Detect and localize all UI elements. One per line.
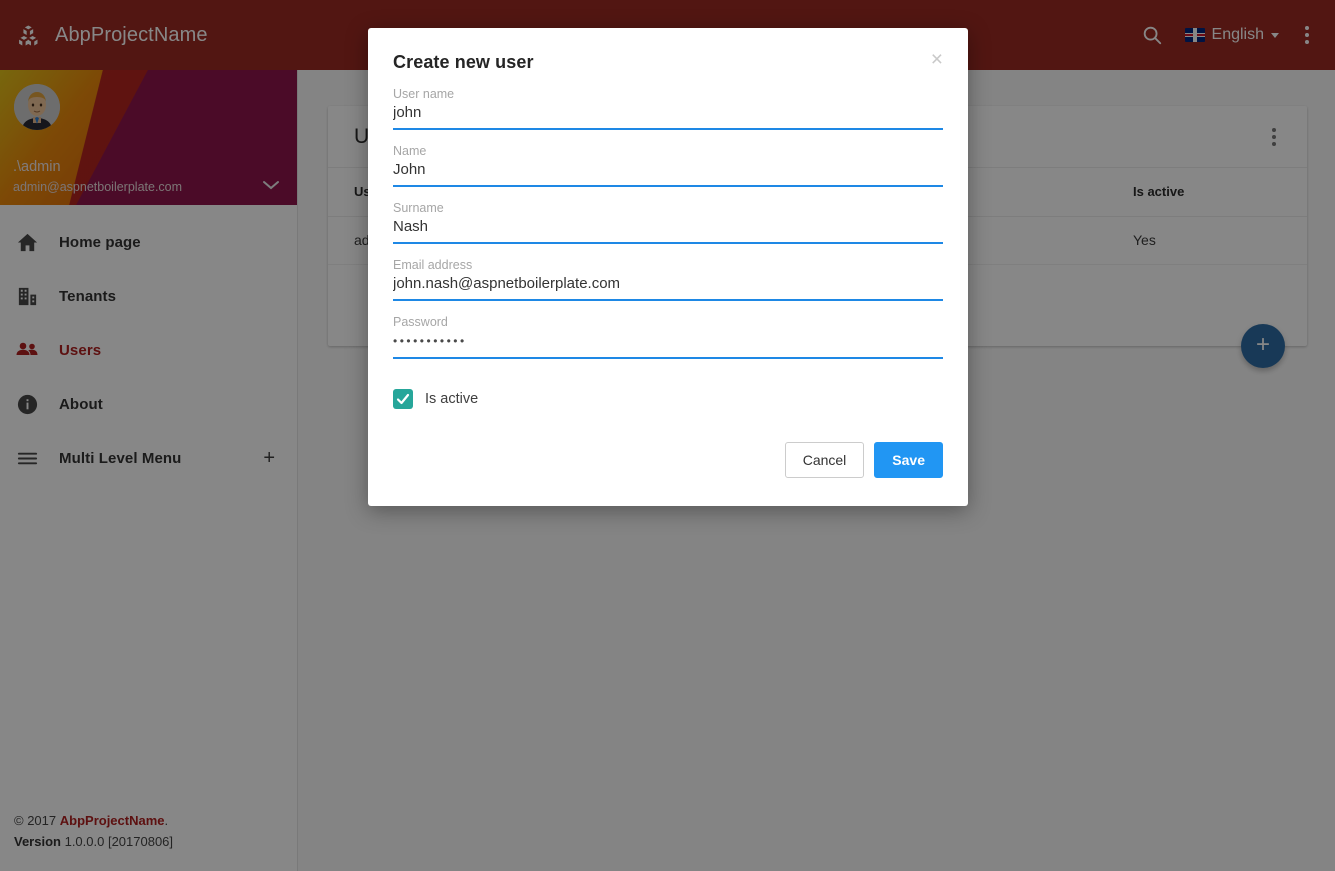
field-name: Name [393, 144, 943, 187]
close-icon[interactable]: × [931, 49, 943, 70]
cancel-button[interactable]: Cancel [784, 442, 865, 478]
user-name-input[interactable] [393, 103, 943, 130]
create-new-user-modal: Create new user × User name Name Surname… [368, 28, 968, 506]
email-field[interactable] [393, 274, 943, 301]
is-active-checkbox[interactable] [393, 389, 413, 409]
field-label-user-name: User name [393, 87, 455, 101]
modal-footer: Cancel Save [784, 442, 943, 478]
field-label-name: Name [393, 144, 427, 158]
password-field[interactable]: ••••••••••• [393, 331, 943, 359]
app-root: AbpProjectName English .\admin admin@asp… [0, 0, 1335, 871]
field-label-password: Password [393, 315, 448, 329]
field-user-name: User name [393, 87, 943, 130]
surname-input[interactable] [393, 217, 943, 244]
modal-title: Create new user [393, 52, 534, 72]
field-password: Password ••••••••••• [393, 315, 943, 359]
field-email-address: Email address [393, 258, 943, 301]
modal-header: Create new user × [393, 49, 943, 73]
name-input[interactable] [393, 160, 943, 187]
is-active-checkbox-label: Is active [425, 391, 479, 407]
save-button[interactable]: Save [874, 442, 943, 478]
check-icon [396, 393, 410, 405]
field-label-surname: Surname [393, 201, 444, 215]
field-surname: Surname [393, 201, 943, 244]
field-label-email-address: Email address [393, 258, 473, 272]
is-active-checkbox-row: Is active [393, 389, 943, 409]
